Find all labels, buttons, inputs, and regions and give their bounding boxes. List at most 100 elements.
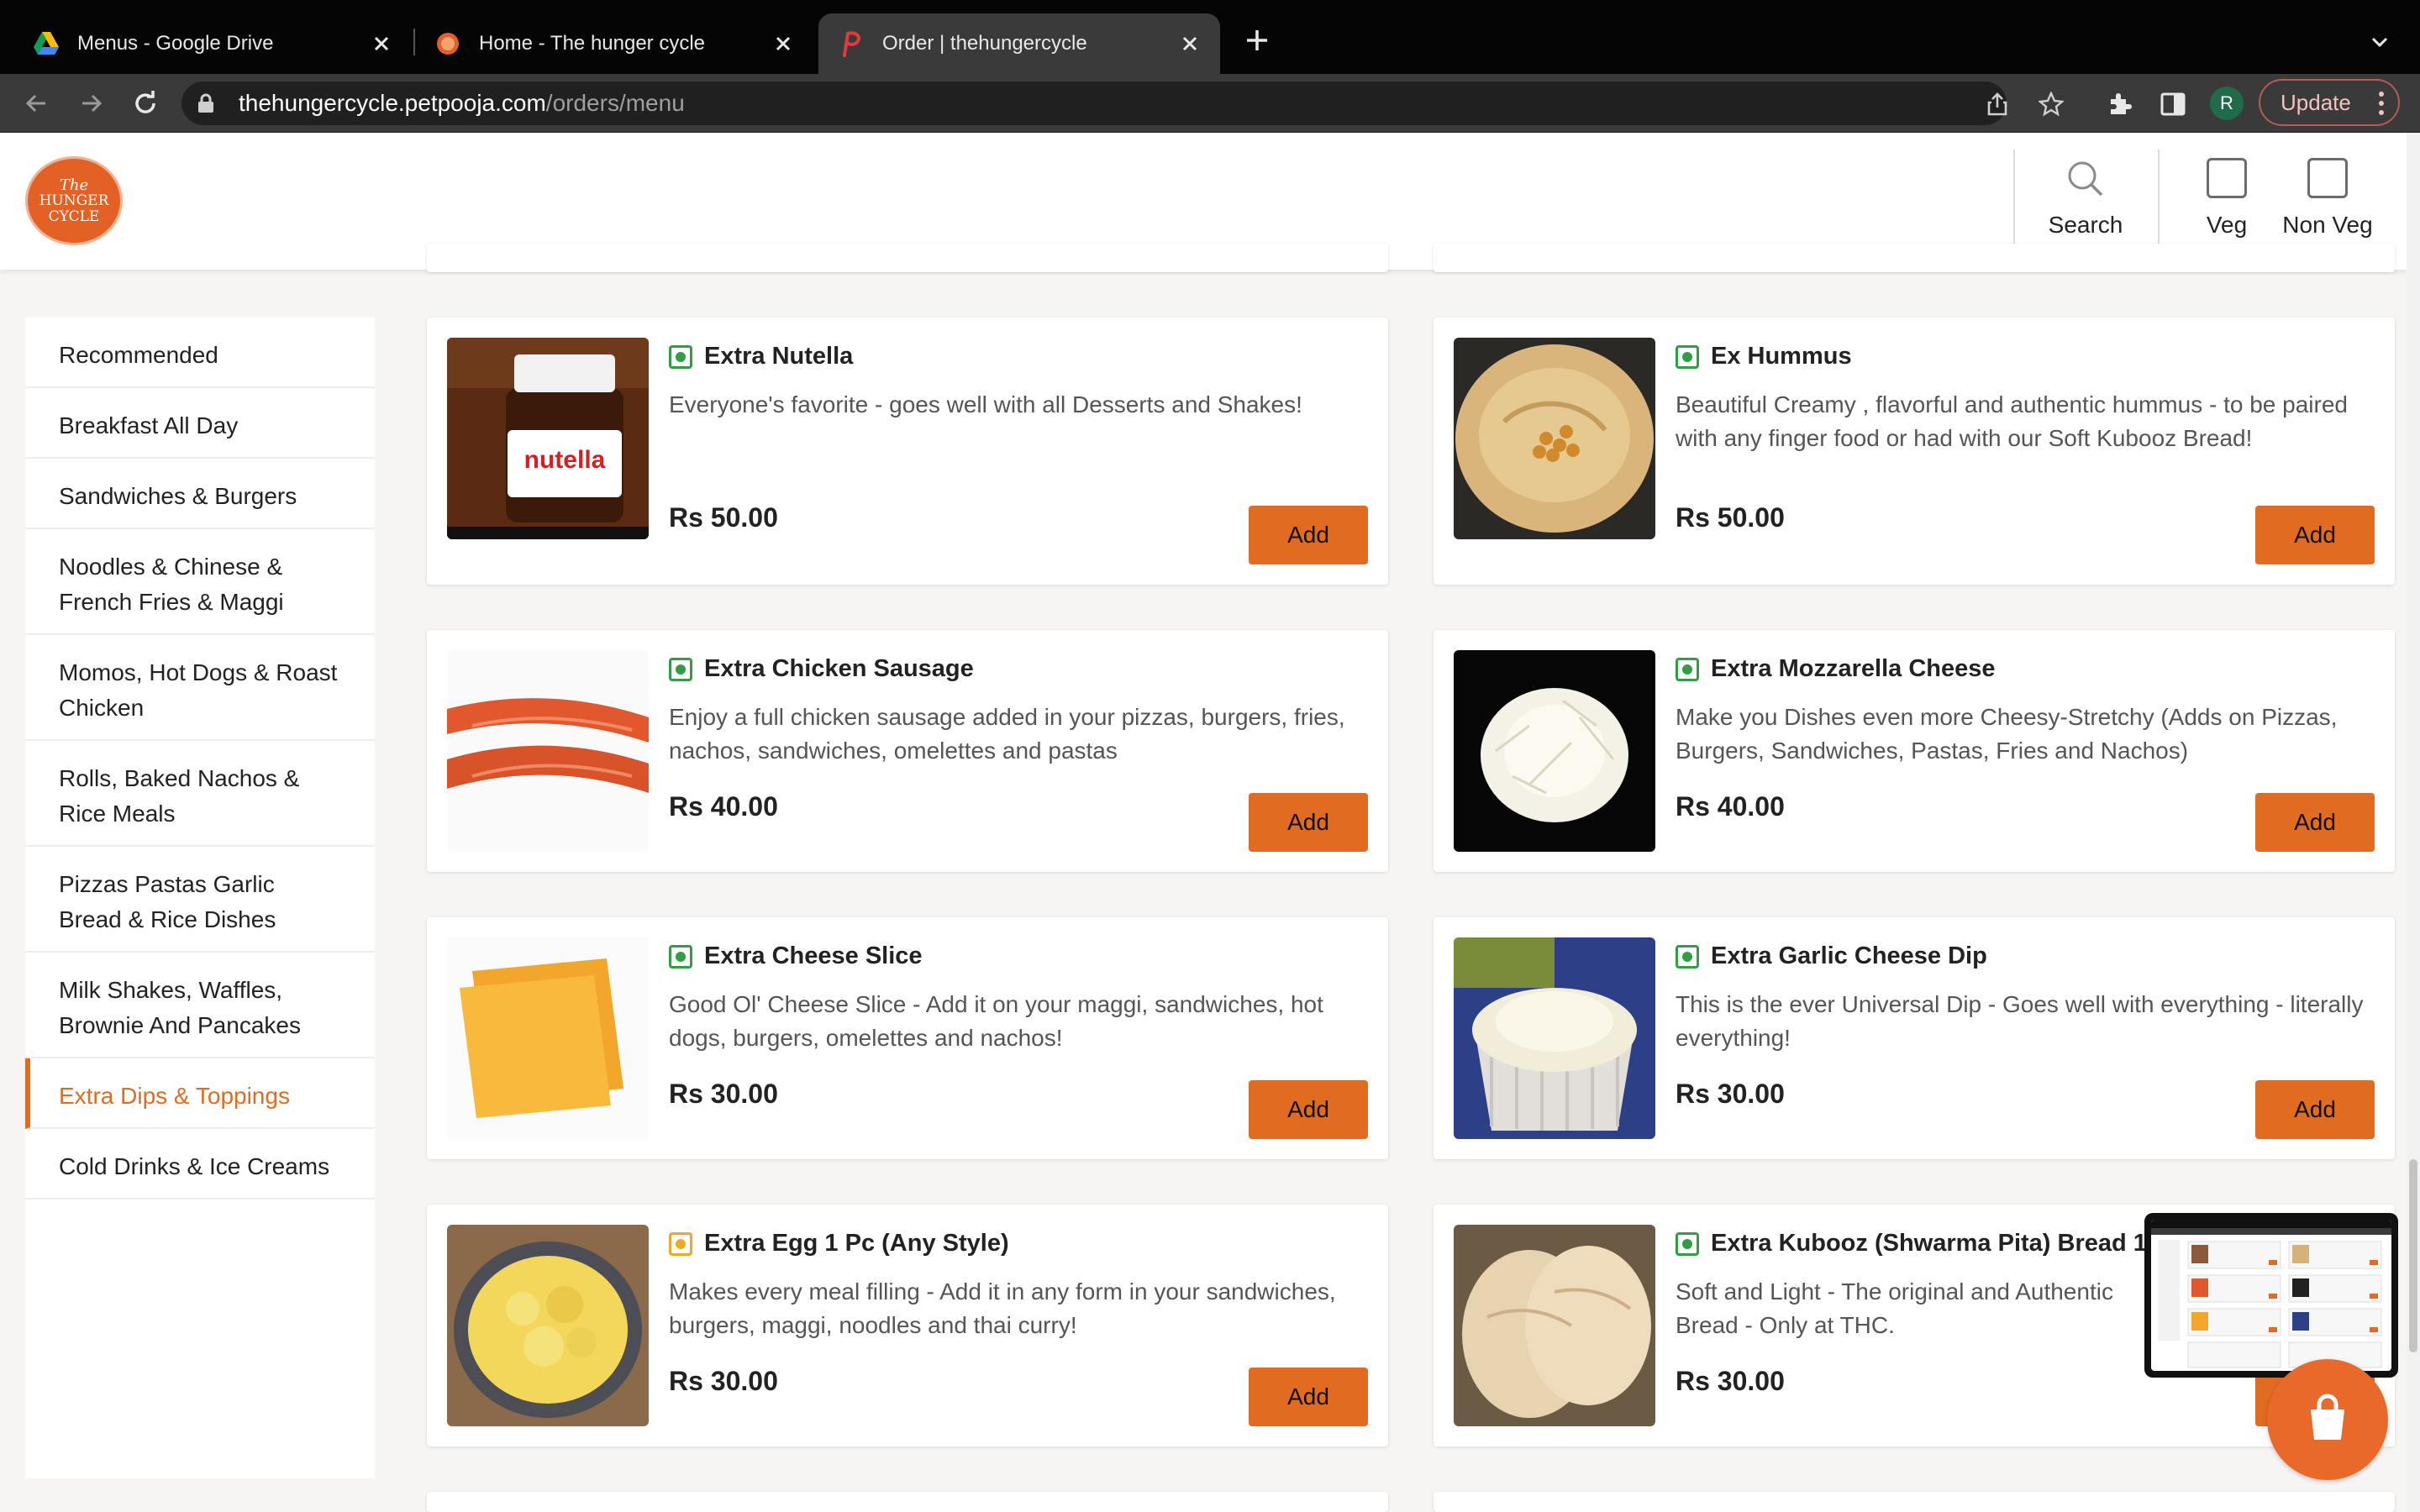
veg-indicator-icon — [1676, 344, 1699, 369]
tab-title: Menus - Google Drive — [77, 32, 274, 55]
search-button[interactable]: Search — [2044, 158, 2128, 239]
site-favicon — [435, 31, 460, 56]
menu-card-partial — [1434, 244, 2395, 272]
menu-card: Extra Garlic Cheese Dip This is the ever… — [1434, 917, 2395, 1159]
item-price: Rs 30.00 — [669, 1079, 778, 1109]
cart-button[interactable] — [2267, 1359, 2388, 1480]
nonveg-label: Non Veg — [2282, 212, 2373, 238]
header-divider — [2158, 150, 2160, 249]
menu-card: Extra Egg 1 Pc (Any Style) Makes every m… — [427, 1205, 1388, 1446]
item-price: Rs 30.00 — [1676, 1079, 1785, 1109]
veg-checkbox[interactable] — [2207, 158, 2247, 198]
item-description: Beautiful Creamy , flavorful and authent… — [1676, 391, 2348, 451]
sidebar-item-recommended[interactable]: Recommended — [25, 318, 375, 388]
veg-indicator-icon — [669, 344, 692, 369]
item-image — [447, 937, 649, 1139]
item-description: Soft and Light - The original and Authen… — [1676, 1278, 2113, 1338]
add-button[interactable]: Add — [2255, 1080, 2375, 1139]
tab-google-drive[interactable]: Menus - Google Drive — [0, 13, 412, 74]
veg-filter[interactable]: Veg — [2195, 158, 2259, 239]
item-price: Rs 50.00 — [1676, 502, 1785, 533]
more-menu-icon[interactable] — [2378, 91, 2385, 116]
menu-card: Extra Mozzarella Cheese Make you Dishes … — [1434, 630, 2395, 872]
back-icon[interactable] — [22, 89, 50, 118]
add-button[interactable]: Add — [2255, 793, 2375, 852]
item-name: Extra Mozzarella Cheese — [1711, 655, 1996, 682]
item-description: Makes every meal filling - Add it in any… — [669, 1278, 1336, 1338]
item-image: nutella — [447, 338, 649, 539]
profile-avatar[interactable]: R — [2210, 87, 2244, 120]
tab-title: Order | thehungercycle — [882, 32, 1087, 55]
item-price: Rs 30.00 — [1676, 1366, 1785, 1396]
scrollbar-thumb[interactable] — [2409, 1159, 2417, 1352]
item-name: Extra Nutella — [704, 343, 854, 370]
item-image — [1454, 937, 1655, 1139]
add-button[interactable]: Add — [1249, 1368, 1368, 1426]
forward-icon[interactable] — [77, 89, 106, 118]
tab-title: Home - The hunger cycle — [479, 32, 706, 55]
item-price: Rs 40.00 — [669, 791, 778, 822]
item-image — [447, 650, 649, 852]
veg-indicator-icon — [669, 944, 692, 969]
new-tab-icon[interactable] — [1242, 25, 1272, 55]
sidebar-item-extra-dips[interactable]: Extra Dips & Toppings — [25, 1058, 375, 1129]
tab-order-thehungercycle[interactable]: Order | thehungercycle — [818, 13, 1220, 74]
browser-tab-strip: Menus - Google Drive Home - The hunger c… — [0, 0, 2420, 74]
item-name: Extra Egg 1 Pc (Any Style) — [704, 1230, 1009, 1257]
veg-label: Veg — [2206, 212, 2248, 238]
lock-icon[interactable] — [197, 93, 215, 113]
item-title: Extra Kubooz (Shwarma Pita) Bread 1 P — [1676, 1230, 2170, 1257]
extensions-icon[interactable] — [2106, 91, 2133, 118]
menu-card-partial — [427, 1492, 1388, 1512]
sidebar-item-noodles[interactable]: Noodles & Chinese & French Fries & Maggi — [25, 529, 375, 635]
item-price: Rs 30.00 — [669, 1366, 778, 1396]
egg-indicator-icon — [669, 1231, 692, 1256]
close-tab-icon[interactable] — [1176, 30, 1203, 57]
browser-toolbar: thehungercycle.petpooja.com/orders/menu … — [0, 74, 2420, 133]
sidebar-item-cold-drinks[interactable]: Cold Drinks & Ice Creams — [25, 1129, 375, 1200]
veg-indicator-icon — [1676, 657, 1699, 681]
item-description: This is the ever Universal Dip - Goes we… — [1676, 991, 2364, 1051]
site-logo[interactable]: The HUNGER CYCLE — [25, 156, 123, 245]
sidebar-item-breakfast[interactable]: Breakfast All Day — [25, 388, 375, 459]
share-icon[interactable] — [1985, 92, 2010, 117]
address-bar[interactable]: thehungercycle.petpooja.com/orders/menu — [182, 81, 2065, 125]
item-title: Extra Cheese Slice — [669, 942, 923, 970]
bookmark-star-icon[interactable] — [2038, 91, 2065, 117]
nonveg-filter[interactable]: Non Veg — [2275, 158, 2380, 239]
nonveg-checkbox[interactable] — [2307, 158, 2348, 198]
item-image — [1454, 338, 1655, 539]
sidebar-item-momos[interactable]: Momos, Hot Dogs & Roast Chicken — [25, 635, 375, 741]
add-button[interactable]: Add — [1249, 506, 1368, 564]
chevron-down-icon[interactable] — [2366, 29, 2393, 55]
add-button[interactable]: Add — [1249, 1080, 1368, 1139]
item-price: Rs 40.00 — [1676, 791, 1785, 822]
sidebar-item-rolls[interactable]: Rolls, Baked Nachos & Rice Meals — [25, 741, 375, 847]
url-text: thehungercycle.petpooja.com/orders/menu — [239, 90, 685, 116]
add-button[interactable]: Add — [2255, 506, 2375, 564]
side-panel-icon[interactable] — [2160, 91, 2186, 118]
update-button[interactable]: Update — [2259, 79, 2400, 126]
menu-card-partial — [1434, 1492, 2395, 1512]
item-title: Extra Mozzarella Cheese — [1676, 655, 1995, 683]
close-tab-icon[interactable] — [770, 30, 797, 57]
sidebar-item-sandwiches[interactable]: Sandwiches & Burgers — [25, 459, 375, 529]
item-description: Make you Dishes even more Cheesy-Stretch… — [1676, 704, 2338, 764]
reload-icon[interactable] — [131, 89, 160, 118]
menu-card: Extra Cheese Slice Good Ol' Cheese Slice… — [427, 917, 1388, 1159]
sidebar-item-shakes[interactable]: Milk Shakes, Waffles, Brownie And Pancak… — [25, 953, 375, 1058]
item-title: Extra Egg 1 Pc (Any Style) — [669, 1230, 1009, 1257]
add-button[interactable]: Add — [1249, 793, 1368, 852]
item-description: Good Ol' Cheese Slice - Add it on your m… — [669, 991, 1323, 1051]
screenshot-thumbnail[interactable] — [2144, 1213, 2398, 1378]
tab-home-hunger-cycle[interactable]: Home - The hunger cycle — [402, 13, 813, 74]
item-title: Extra Chicken Sausage — [669, 655, 974, 683]
item-image — [447, 1225, 649, 1426]
veg-indicator-icon — [669, 657, 692, 681]
menu-card: nutella Extra Nutella Everyone's favorit… — [427, 318, 1388, 585]
item-name: Extra Chicken Sausage — [704, 655, 974, 682]
veg-indicator-icon — [1676, 1231, 1699, 1256]
close-tab-icon[interactable] — [368, 30, 395, 57]
sidebar-item-pizzas[interactable]: Pizzas Pastas Garlic Bread & Rice Dishes — [25, 847, 375, 953]
item-name: Extra Garlic Cheese Dip — [1711, 942, 1987, 969]
